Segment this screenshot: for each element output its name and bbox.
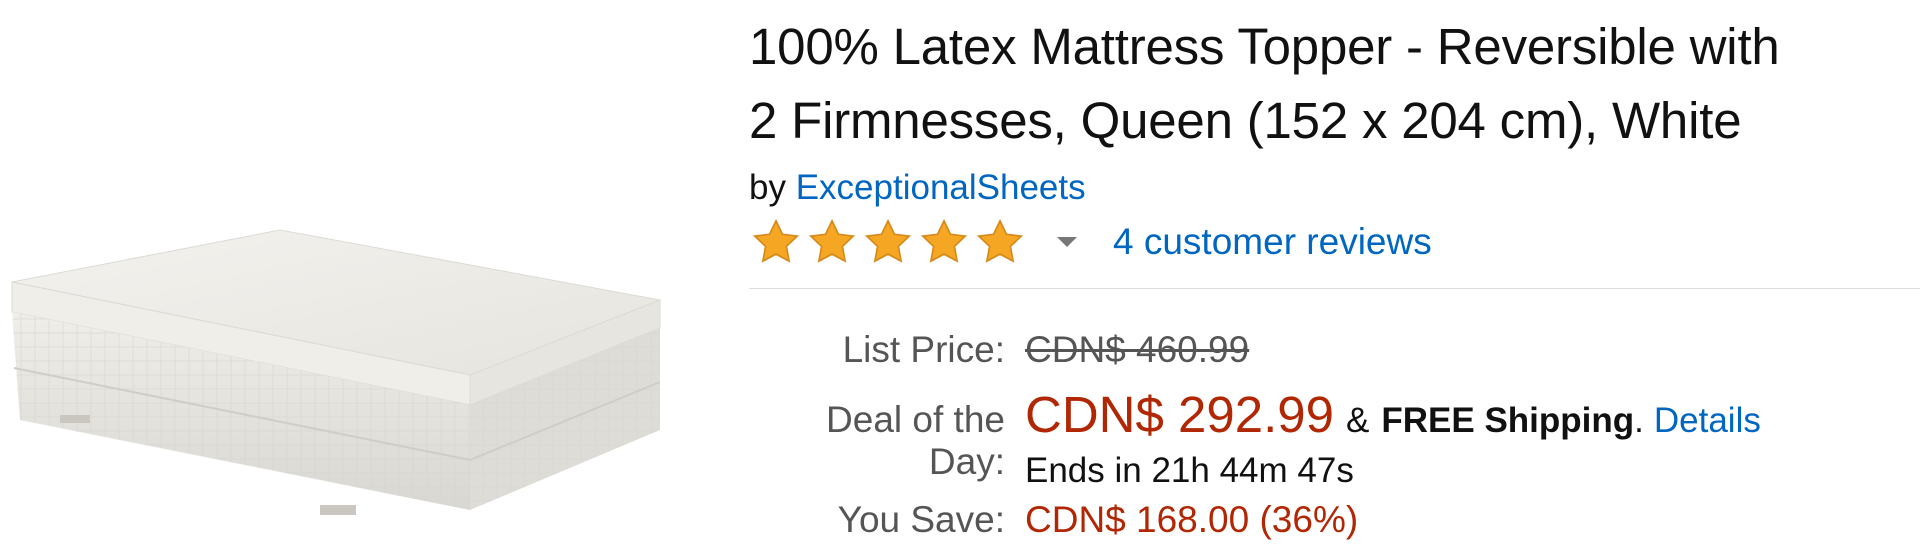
product-image[interactable] (0, 200, 700, 540)
customer-reviews-link[interactable]: 4 customer reviews (1113, 221, 1432, 263)
product-title: 100% Latex Mattress Topper - Reversible … (749, 0, 1920, 158)
star-icon (864, 218, 912, 263)
list-price-row: List Price: CDN$ 460.99 (749, 329, 1920, 379)
brand-link[interactable]: ExceptionalSheets (796, 168, 1086, 207)
shipping-period: . (1634, 401, 1644, 440)
title-line-1: 100% Latex Mattress Topper - Reversible … (749, 18, 1780, 75)
star-icon (920, 218, 968, 263)
by-prefix: by (749, 168, 786, 207)
divider (749, 288, 1920, 289)
byline: by ExceptionalSheets (749, 166, 1920, 210)
star-icon (976, 218, 1024, 263)
star-icon (752, 218, 800, 263)
shipping-details-link[interactable]: Details (1654, 401, 1761, 441)
price-block: List Price: CDN$ 460.99 Deal of the Day:… (749, 329, 1920, 541)
deal-price: CDN$ 292.99 (1025, 386, 1335, 443)
list-price-label: List Price: (842, 329, 1005, 370)
star-rating[interactable] (749, 217, 1027, 267)
you-save-row: You Save: CDN$ 168.00 (36%) (749, 499, 1920, 541)
mattress-image (11, 229, 662, 515)
rating-row: 4 customer reviews (749, 216, 1920, 268)
you-save-value: CDN$ 168.00 (36%) (1025, 499, 1359, 540)
star-icon (808, 218, 856, 263)
deal-label: Deal of the Day: (826, 399, 1005, 482)
title-line-2: 2 Firmnesses, Queen (152 x 204 cm), Whit… (749, 92, 1742, 149)
shipping-ampersand: & (1346, 401, 1370, 440)
list-price-value: CDN$ 460.99 (1025, 329, 1250, 370)
chevron-down-icon[interactable] (1057, 237, 1077, 247)
free-shipping-text: FREE Shipping (1381, 401, 1635, 440)
product-info: 100% Latex Mattress Topper - Reversible … (749, 0, 1920, 541)
you-save-label: You Save: (837, 499, 1005, 540)
deal-price-row: Deal of the Day: CDN$ 292.99 & FREE Ship… (749, 385, 1920, 482)
